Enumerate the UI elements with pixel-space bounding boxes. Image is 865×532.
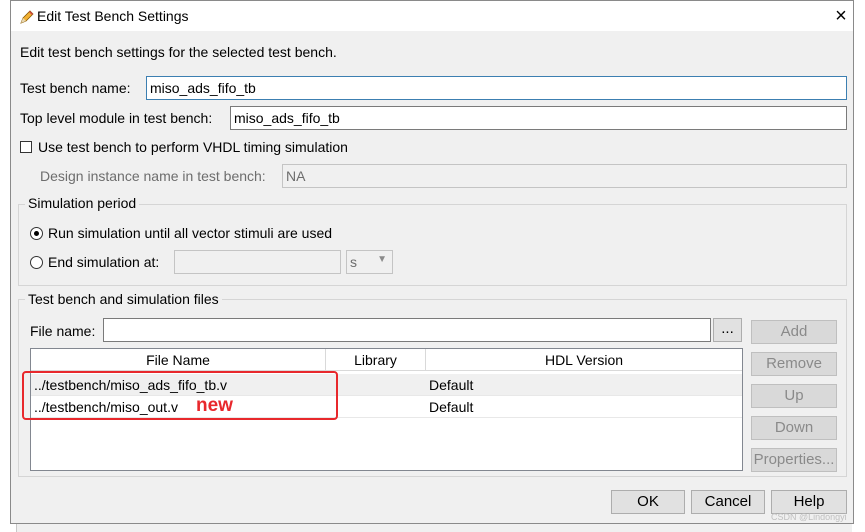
row-2-library[interactable] [326, 396, 426, 418]
add-button[interactable]: Add [751, 320, 837, 344]
highlight-annotation-box [22, 371, 338, 420]
end-at-radio[interactable] [30, 256, 43, 269]
vhdl-timing-checkbox[interactable] [20, 141, 32, 153]
file-name-label: File name: [30, 323, 96, 339]
column-header-library[interactable]: Library [326, 349, 426, 371]
row-1-library[interactable] [326, 374, 426, 396]
down-button[interactable]: Down [751, 416, 837, 440]
title-bar: Edit Test Bench Settings × [11, 1, 853, 31]
pencil-icon [20, 10, 34, 24]
cancel-button[interactable]: Cancel [691, 490, 765, 514]
edit-test-bench-dialog: Edit Test Bench Settings × Edit test ben… [10, 0, 854, 524]
testbench-name-label: Test bench name: [20, 80, 131, 96]
dialog-title: Edit Test Bench Settings [37, 8, 189, 24]
ok-button[interactable]: OK [611, 490, 685, 514]
files-group-title: Test bench and simulation files [25, 291, 222, 307]
remove-button[interactable]: Remove [751, 352, 837, 376]
time-unit-value: s [350, 254, 357, 270]
browse-button[interactable]: ... [713, 318, 742, 342]
dialog-description: Edit test bench settings for the selecte… [20, 44, 337, 60]
simulation-period-title: Simulation period [25, 195, 140, 211]
testbench-name-input[interactable]: miso_ads_fifo_tb [146, 76, 847, 100]
close-icon[interactable]: × [829, 4, 853, 28]
top-module-input[interactable]: miso_ads_fifo_tb [230, 106, 847, 130]
simulation-period-group [18, 204, 847, 286]
new-annotation-label: new [196, 395, 233, 416]
up-button[interactable]: Up [751, 384, 837, 408]
properties-button[interactable]: Properties... [751, 448, 837, 472]
top-module-label: Top level module in test bench: [20, 110, 213, 126]
column-header-hdl-version[interactable]: HDL Version [426, 349, 742, 371]
run-until-radio[interactable] [30, 227, 43, 240]
csdn-watermark: CSDN @Lindongyi [771, 512, 847, 522]
design-instance-label: Design instance name in test bench: [40, 168, 266, 184]
help-button[interactable]: Help [771, 490, 847, 514]
file-name-input[interactable] [103, 318, 711, 342]
column-header-file-name[interactable]: File Name [31, 349, 326, 371]
end-at-label: End simulation at: [48, 254, 160, 270]
run-until-label: Run simulation until all vector stimuli … [48, 225, 333, 241]
chevron-down-icon: ▼ [377, 254, 387, 265]
row-2-hdl[interactable]: Default [426, 396, 742, 418]
end-at-input[interactable] [174, 250, 341, 274]
row-1-hdl[interactable]: Default [426, 374, 742, 396]
design-instance-input[interactable]: NA [282, 164, 847, 188]
vhdl-timing-label: Use test bench to perform VHDL timing si… [38, 139, 348, 155]
time-unit-select[interactable]: s ▼ [346, 250, 393, 274]
